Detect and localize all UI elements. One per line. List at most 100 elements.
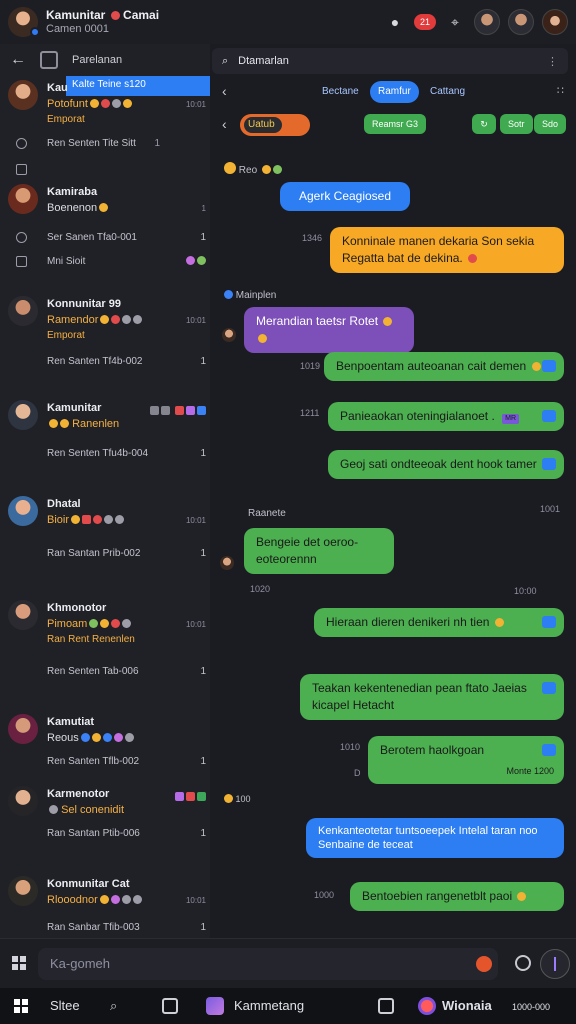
message-bubble[interactable]: Agerk Ceagiosed	[280, 182, 410, 211]
sidebar-row[interactable]: Ren Senten Tfu4b-004 1	[0, 446, 210, 464]
avatar	[8, 496, 38, 526]
message-bubble[interactable]: Bengeie det oeroo-eoteorennn	[244, 528, 394, 574]
chat-preview: Rlooodnor	[47, 894, 98, 906]
read-check-icon	[542, 682, 556, 694]
message-bubble[interactable]: Benpoentam auteoanan cait demen	[324, 352, 564, 381]
row-text: Ser Sanen Tfa0-001	[47, 232, 137, 243]
chat-item[interactable]: Kamunitar Ranenlen	[0, 400, 210, 440]
taskbar-right-app[interactable]: Wionaia	[442, 998, 492, 1013]
search-input[interactable]: Dtamarlan	[238, 55, 289, 67]
mini-button-1[interactable]: Sotr	[500, 114, 533, 134]
conversation-pane: ⌕ Dtamarlan ⋮ ‹ Bectane Ramfur Cattang ∷…	[210, 44, 576, 938]
sidebar-row[interactable]	[0, 162, 210, 180]
globe-icon[interactable]	[515, 955, 531, 971]
camera-icon[interactable]: ●	[384, 11, 406, 33]
chat-item[interactable]: Konmunitar Cat Rlooodnor 10:01	[0, 876, 210, 916]
chat-item[interactable]: Konnunitar 99 Ramendor Emporat 10:01	[0, 296, 210, 346]
sidebar-row[interactable]: Ren Santen Tf4b-002 1	[0, 354, 210, 372]
chat-sidebar: ← Parelanan Kalte Teine s120 Kau Potofun…	[0, 44, 210, 938]
chat-item[interactable]: Kau Potofunt Emporat 10:01	[0, 80, 210, 130]
taskbar-search[interactable]: Sltee	[50, 998, 80, 1013]
search-icon[interactable]: ⌕	[110, 998, 117, 1014]
sidebar-row[interactable]: Ran Santan Prib-002 1	[0, 546, 210, 564]
message-bubble[interactable]: Merandian taetsr Rotet	[244, 307, 414, 353]
message-bubble[interactable]: Hieraan dieren denikeri nh tien	[314, 608, 564, 637]
row-count: 1	[200, 232, 206, 243]
message-bubble[interactable]: Panieaokan oteningialanoet . MR	[328, 402, 564, 431]
grid-menu-icon[interactable]: ∷	[557, 84, 564, 97]
row-count: 1	[200, 548, 206, 559]
chat-item[interactable]: Kamiraba Boenenon 1	[0, 184, 210, 224]
count-value: 100	[235, 794, 251, 804]
message-bubble[interactable]: Geoj sati ondteeoak dent hook tamer	[328, 450, 564, 479]
row-count: 1	[200, 828, 206, 839]
tab-bar: ‹ Bectane Ramfur Cattang ∷	[210, 78, 576, 104]
app-icon-red[interactable]	[418, 997, 436, 1015]
sidebar-row[interactable]: Ren Senten Tite Sitt 1	[0, 136, 210, 154]
row-count: 1	[200, 756, 206, 767]
back-arrow-icon[interactable]: ‹	[222, 116, 227, 132]
tab-cattang[interactable]: Cattang	[422, 81, 473, 103]
chat-item[interactable]: Kamutiat Reous	[0, 714, 210, 754]
notification-badge[interactable]: 21	[413, 14, 436, 30]
chat-item[interactable]: Dhatal Bioir 10:01	[0, 496, 210, 536]
app-subtitle: Camen	[46, 23, 82, 35]
section-title: Mainplen	[235, 290, 277, 301]
message-bubble[interactable]: Teakan kekentenedian pean ftato Jaeias k…	[300, 674, 564, 720]
message-input[interactable]: Ka-gomeh	[38, 948, 498, 980]
chat-time: 10:01	[185, 896, 206, 905]
apps-icon[interactable]	[12, 956, 26, 970]
row-count: 1	[154, 138, 160, 149]
avatar	[220, 556, 234, 570]
sidebar-row[interactable]: Ren Senten Tab-006 1	[0, 664, 210, 682]
compass-icon[interactable]: ⌖	[444, 11, 466, 33]
chat-time: 10:01	[185, 316, 206, 325]
row-text: Ren Santen Tf4b-002	[47, 356, 143, 367]
more-icon[interactable]: ⋮	[547, 55, 558, 68]
chat-preview: Potofunt	[47, 98, 88, 110]
avatar	[8, 184, 38, 214]
contact-avatar-1[interactable]	[474, 9, 500, 35]
task-view-icon[interactable]	[162, 998, 178, 1014]
folder-icon[interactable]	[40, 51, 58, 69]
message-bubble[interactable]: Konninale manen dekaria Son sekia Regatt…	[330, 227, 564, 273]
title-actions: ● 21 ⌖	[384, 9, 568, 35]
tab-bectane[interactable]: Bectane	[314, 81, 367, 103]
contact-avatar-3[interactable]	[542, 9, 568, 35]
message-text: Bengeie det oeroo-eoteorennn	[256, 535, 359, 566]
tab-ramfur[interactable]: Ramfur	[370, 81, 419, 103]
taskbar-app-label[interactable]: Kammetang	[234, 998, 304, 1013]
message-time: 1010	[340, 742, 361, 752]
back-arrow-icon[interactable]: ←	[10, 51, 26, 69]
sidebar-row[interactable]: Ser Sanen Tfa0-001 1	[0, 230, 210, 248]
row-count: 1	[200, 666, 206, 677]
sidebar-row[interactable]: Ren Santen Tflb-002 1	[0, 754, 210, 772]
conversation-chip[interactable]: Uatub	[240, 114, 310, 136]
chat-preview: Sel conenidit	[61, 804, 125, 816]
message-bubble[interactable]: Bentoebien rangenetblt paoi	[350, 882, 564, 911]
mini-button-2[interactable]: Sdo	[534, 114, 567, 134]
message-bubble[interactable]: Berotem haolkgoan Monte 1200	[368, 736, 564, 784]
message-bubble[interactable]: Kenkanteotetar tuntsoeepek Intelal taran…	[306, 818, 564, 858]
title-bar: Kamunitar Camai Camen 0001 ● 21 ⌖	[0, 0, 576, 44]
chat-time: 10:01	[185, 620, 206, 629]
sidebar-row[interactable]: Ran Santan Ptib-006 1	[0, 826, 210, 844]
row-text: Ren Senten Tfu4b-004	[47, 448, 149, 459]
chat-item[interactable]: Khmonotor Pimoam Ran Rent Renenlen 10:01	[0, 600, 210, 650]
sidebar-row[interactable]: Mni Sioit	[0, 254, 210, 272]
user-avatar[interactable]	[8, 7, 40, 37]
search-bar[interactable]: ⌕ Dtamarlan ⋮	[212, 48, 568, 74]
clipboard-icon[interactable]	[378, 998, 394, 1014]
send-button[interactable]	[540, 949, 570, 979]
windows-start-icon[interactable]	[14, 999, 28, 1013]
back-arrow-icon[interactable]: ‹	[222, 83, 227, 99]
share-button[interactable]: ↻	[472, 114, 496, 134]
read-check-icon	[542, 458, 556, 470]
message-text: Benpoentam auteoanan cait demen	[336, 359, 527, 373]
contact-avatar-2[interactable]	[508, 9, 534, 35]
sidebar-row[interactable]: Ran Sanbar Tfib-003 1	[0, 920, 210, 938]
chat-item[interactable]: Karmenotor Sel conenidit	[0, 786, 210, 826]
app-icon[interactable]	[206, 997, 224, 1015]
green-action-button[interactable]: Reamsr G3	[364, 114, 427, 134]
record-icon[interactable]	[476, 956, 492, 972]
